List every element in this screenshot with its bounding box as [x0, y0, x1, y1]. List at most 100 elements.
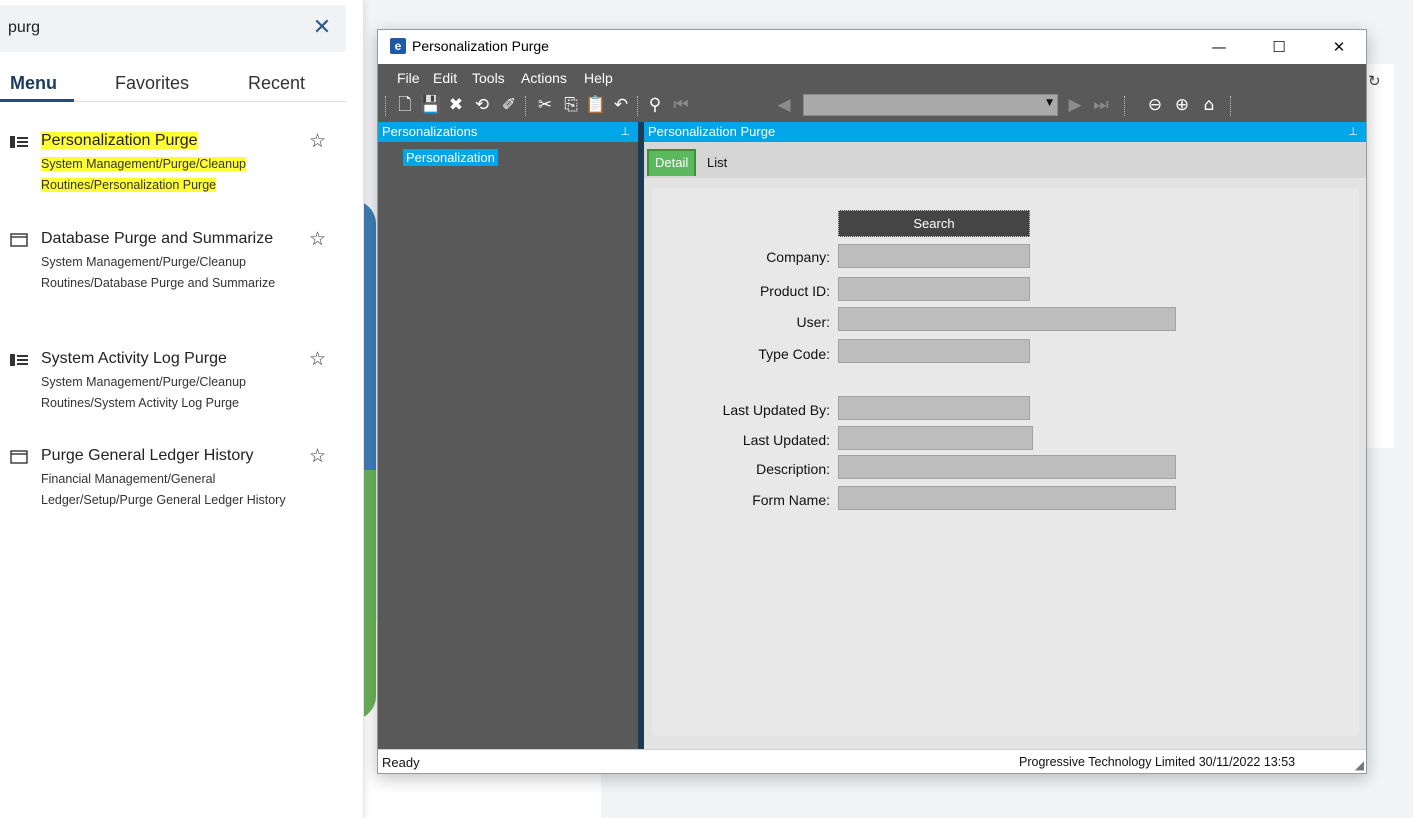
menu-help[interactable]: Help: [584, 70, 613, 86]
favorite-star-icon[interactable]: ☆: [309, 130, 326, 152]
close-icon[interactable]: ✕: [310, 17, 334, 41]
result-title[interactable]: System Activity Log Purge: [41, 350, 227, 368]
last-updated-by-label: Last Updated By:: [722, 402, 830, 418]
detail-form: Search Company: Product ID: User: Type C…: [652, 188, 1359, 736]
tree-pane-title: Personalizations: [382, 124, 478, 139]
tab-detail[interactable]: Detail: [647, 149, 697, 176]
tab-menu[interactable]: Menu: [10, 73, 57, 94]
toolbar-separator: [637, 96, 638, 116]
toolbar-separator: [385, 96, 386, 116]
window-icon: [10, 233, 28, 247]
description-field[interactable]: [838, 455, 1176, 479]
form-pane-title: Personalization Purge: [648, 124, 776, 139]
chevron-down-icon: ▼: [1046, 98, 1053, 108]
search-result[interactable]: Database Purge and Summarize System Mana…: [0, 228, 346, 314]
menu-file[interactable]: File: [397, 70, 420, 86]
menu-edit[interactable]: Edit: [433, 70, 457, 86]
next-record-icon[interactable]: ▶: [1064, 93, 1086, 117]
tab-list[interactable]: List: [701, 149, 733, 176]
menu-actions[interactable]: Actions: [521, 70, 567, 86]
toolbar-separator: [1124, 96, 1125, 116]
tree-node-personalization[interactable]: Personalization: [403, 149, 498, 166]
maximize-button[interactable]: ☐: [1256, 34, 1302, 60]
favorite-star-icon[interactable]: ☆: [309, 228, 326, 250]
type-code-field[interactable]: [838, 339, 1030, 363]
favorite-star-icon[interactable]: ☆: [309, 348, 326, 370]
save-icon[interactable]: 💾: [420, 93, 442, 117]
status-company-date: Progressive Technology Limited 30/11/202…: [1019, 755, 1296, 769]
pin-icon[interactable]: ⊥: [620, 122, 630, 142]
last-updated-label: Last Updated:: [742, 432, 830, 448]
tab-favorites[interactable]: Favorites: [115, 73, 189, 94]
window-title: Personalization Purge: [412, 38, 549, 54]
company-field[interactable]: [838, 244, 1030, 268]
last-updated-field[interactable]: [838, 426, 1033, 450]
clear-icon[interactable]: ✐: [498, 93, 520, 117]
tree-pane: Personalizations ⊥ Personalization: [378, 122, 638, 749]
status-text: Ready: [382, 755, 420, 770]
search-button[interactable]: Search: [838, 210, 1030, 237]
resize-grip-icon[interactable]: ◢: [1355, 758, 1364, 772]
undo-icon[interactable]: ↶: [610, 93, 632, 117]
form-pane-header: Personalization Purge ⊥: [644, 122, 1366, 142]
tab-recent[interactable]: Recent: [248, 73, 305, 94]
panel-tabs: Menu Favorites Recent: [0, 70, 346, 102]
menu-tools[interactable]: Tools: [472, 70, 505, 86]
result-title[interactable]: Personalization Purge: [41, 132, 198, 150]
close-button[interactable]: ✕: [1316, 34, 1362, 60]
refresh-icon[interactable]: ↻: [1368, 72, 1381, 90]
result-path: System Management/Purge/Cleanup Routines…: [41, 255, 276, 290]
search-result[interactable]: Personalization Purge System Management/…: [0, 130, 346, 196]
search-result[interactable]: Purge General Ledger History Financial M…: [0, 445, 346, 531]
result-title[interactable]: Database Purge and Summarize: [41, 230, 273, 248]
menu-bar: File Edit Tools Actions Help: [378, 64, 1366, 90]
record-navigator-combo[interactable]: ▼: [803, 94, 1058, 116]
product-id-label: Product ID:: [759, 283, 830, 299]
form-name-label: Form Name:: [752, 492, 830, 508]
result-path: System Management/Purge/Cleanup Routines…: [41, 375, 246, 410]
menu-search-panel: ✕ Menu Favorites Recent Personalization …: [0, 0, 364, 818]
forward-icon[interactable]: ⊕: [1171, 93, 1193, 117]
personalization-purge-window: e Personalization Purge — ☐ ✕ File Edit …: [377, 29, 1367, 774]
search-binoculars-icon[interactable]: ⚲: [644, 93, 666, 117]
refresh-icon[interactable]: ⟲: [471, 93, 493, 117]
background-card: [1366, 64, 1394, 448]
first-record-icon[interactable]: ⏮: [670, 93, 692, 117]
app-logo-icon: e: [390, 38, 406, 54]
title-bar[interactable]: e Personalization Purge — ☐ ✕: [378, 30, 1366, 63]
product-id-field[interactable]: [838, 277, 1030, 301]
last-record-icon[interactable]: ⏭: [1090, 93, 1112, 117]
active-tab-indicator: [0, 99, 74, 102]
search-box: ✕: [0, 5, 346, 52]
status-bar: Ready Progressive Technology Limited 30/…: [378, 749, 1366, 773]
form-tabs: Detail List: [644, 142, 1366, 178]
minimize-button[interactable]: —: [1196, 34, 1242, 60]
back-icon[interactable]: ⊖: [1144, 93, 1166, 117]
new-icon[interactable]: 🗋: [394, 93, 416, 117]
user-label: User:: [796, 314, 830, 330]
paste-icon[interactable]: 📋: [585, 93, 607, 117]
home-icon[interactable]: ⌂: [1198, 93, 1220, 117]
toolbar: 🗋 💾 ✖ ⟲ ✐ ✂ ⎘ 📋 ↶ ⚲ ⏮ ◀ ▼ ▶ ⏭ ⊖ ⊕ ⌂: [378, 90, 1366, 122]
delete-icon[interactable]: ✖: [445, 93, 467, 117]
pin-icon[interactable]: ⊥: [1348, 122, 1358, 142]
search-result[interactable]: System Activity Log Purge System Managem…: [0, 348, 346, 414]
search-input[interactable]: [8, 15, 288, 41]
type-code-label: Type Code:: [758, 346, 830, 362]
result-path: Financial Management/General Ledger/Setu…: [41, 472, 286, 507]
previous-record-icon[interactable]: ◀: [773, 93, 795, 117]
result-path: System Management/Purge/Cleanup Routines…: [41, 157, 246, 192]
toolbar-separator: [525, 96, 526, 116]
description-label: Description:: [756, 461, 830, 477]
list-icon: [10, 136, 28, 148]
user-field[interactable]: [838, 307, 1176, 331]
cut-icon[interactable]: ✂: [534, 93, 556, 117]
copy-icon[interactable]: ⎘: [560, 93, 582, 117]
list-icon: [10, 354, 28, 366]
last-updated-by-field[interactable]: [838, 396, 1030, 420]
form-name-field[interactable]: [838, 486, 1176, 510]
company-label: Company:: [766, 249, 830, 265]
favorite-star-icon[interactable]: ☆: [309, 445, 326, 467]
tree-pane-header: Personalizations ⊥: [378, 122, 638, 142]
result-title[interactable]: Purge General Ledger History: [41, 447, 254, 465]
